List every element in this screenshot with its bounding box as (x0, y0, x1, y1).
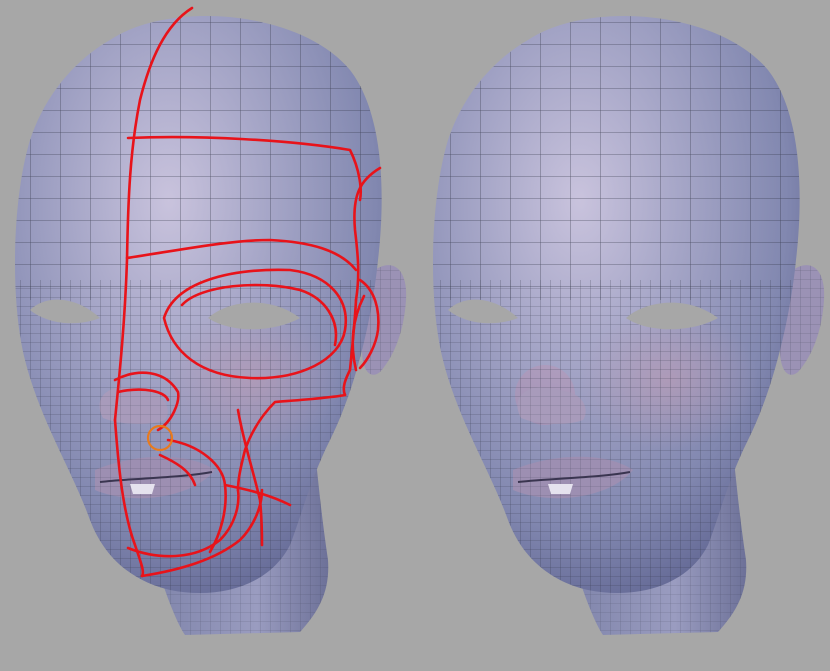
head-render-svg (0, 0, 830, 671)
render-viewport (0, 0, 830, 671)
